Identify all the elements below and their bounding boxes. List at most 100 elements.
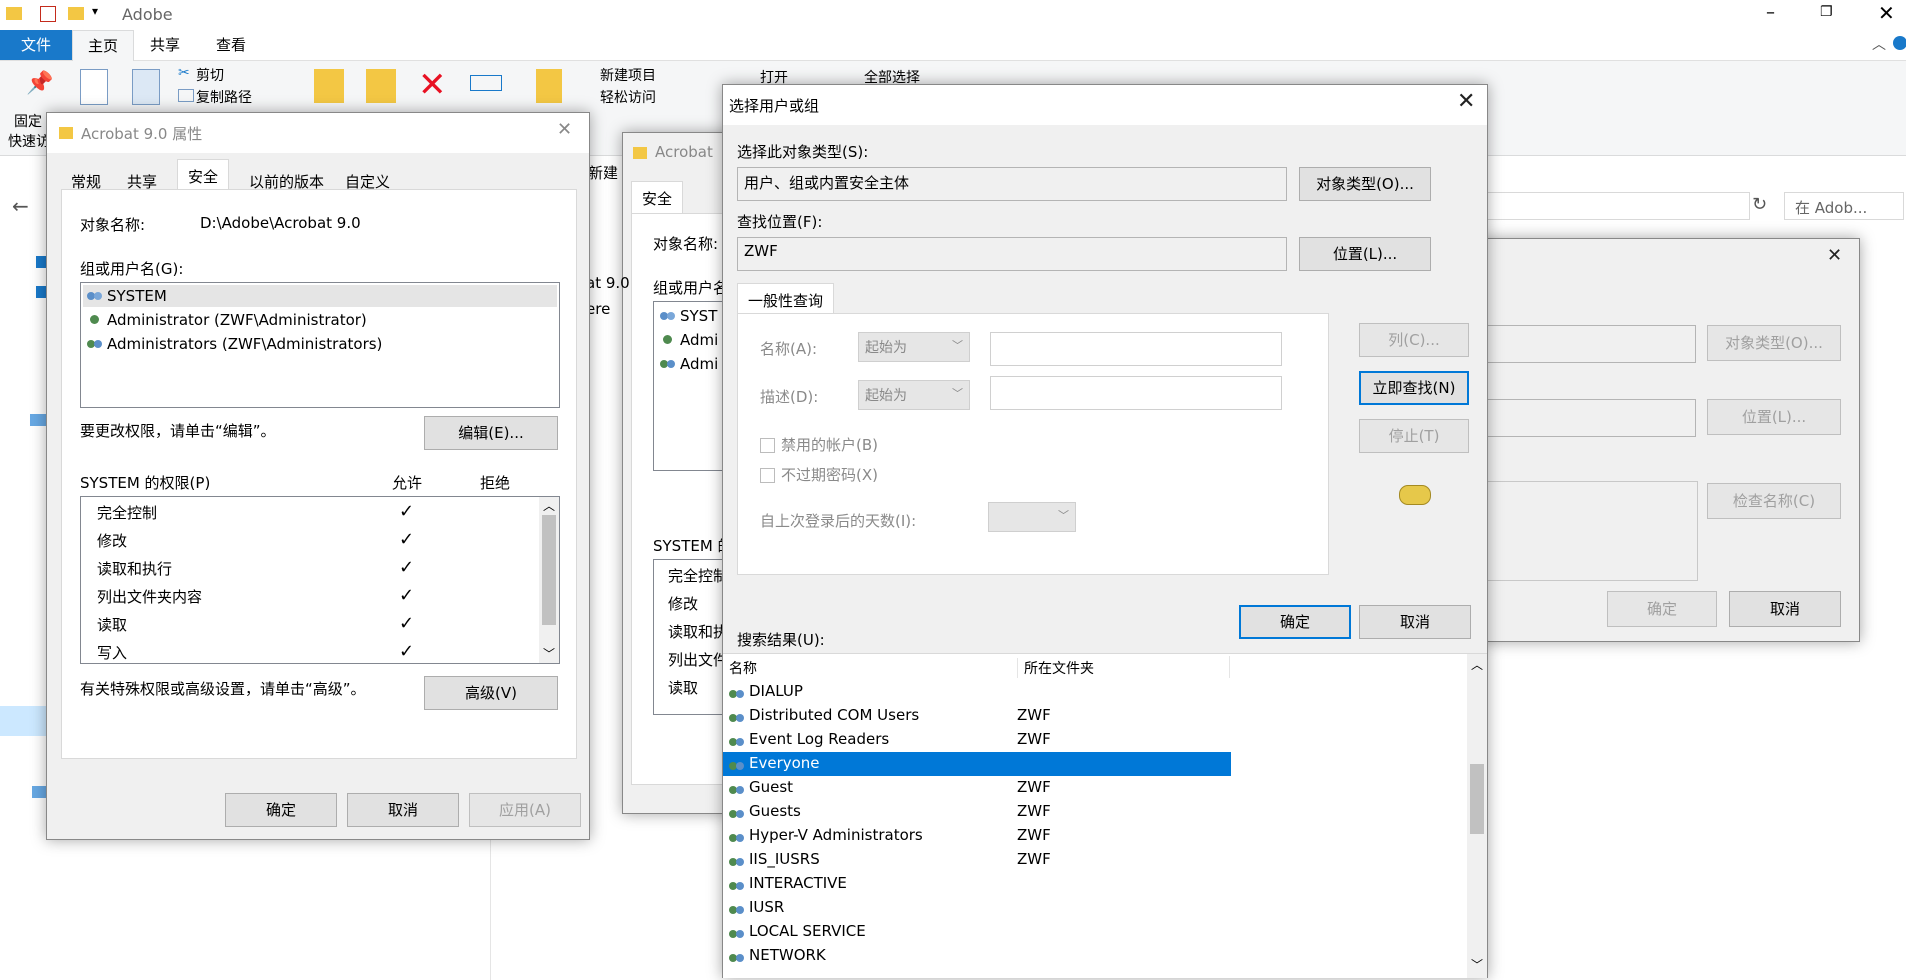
results-list[interactable]: 名称 所在文件夹 DIALUP Distributed COM Users ZWF E… bbox=[723, 653, 1487, 978]
restore-icon[interactable]: ❐ bbox=[1820, 4, 1833, 20]
nav-item-quick-access[interactable] bbox=[36, 256, 46, 268]
tab-view[interactable]: 查看 bbox=[216, 30, 246, 60]
nav-item-onedrive[interactable] bbox=[36, 286, 46, 298]
cancel-button[interactable]: 取消 bbox=[347, 793, 459, 827]
stop-button[interactable]: 停止(T) bbox=[1359, 419, 1469, 453]
paste-icon[interactable] bbox=[132, 69, 160, 105]
group-label: 组或用户名 bbox=[653, 279, 729, 297]
cut-icon[interactable]: ✂ bbox=[178, 65, 190, 81]
column-header-name[interactable]: 名称 bbox=[729, 658, 757, 678]
dropdown-icon[interactable]: ▾ bbox=[92, 4, 98, 18]
columns-button[interactable]: 列(C)... bbox=[1359, 323, 1469, 357]
group-icon bbox=[87, 290, 103, 304]
result-row[interactable]: IUSR bbox=[723, 896, 1231, 920]
checkbox[interactable] bbox=[760, 468, 775, 483]
result-row[interactable]: LOCAL SERVICE bbox=[723, 920, 1231, 944]
ok-button[interactable]: 确定 bbox=[1239, 605, 1351, 639]
help-icon[interactable] bbox=[1893, 36, 1906, 50]
pin-icon[interactable]: 📌 bbox=[26, 71, 53, 96]
new-folder-icon[interactable] bbox=[536, 69, 562, 103]
disabled-accounts-checkbox[interactable]: 禁用的帐户(B) bbox=[760, 434, 878, 455]
advanced-button[interactable]: 高级(V) bbox=[424, 676, 558, 710]
nav-item-this-pc[interactable] bbox=[30, 414, 46, 426]
list-item[interactable]: Admi bbox=[660, 328, 718, 352]
checkbox-icon[interactable] bbox=[40, 6, 56, 22]
days-dropdown[interactable]: ﹀ bbox=[988, 502, 1076, 532]
locations-button[interactable]: 位置(L)... bbox=[1707, 399, 1841, 435]
minimize-icon[interactable]: – bbox=[1766, 2, 1775, 23]
result-row[interactable]: IIS_IUSRS ZWF bbox=[723, 848, 1231, 872]
permissions-list[interactable]: 完全控制 修改 读取和执行 列出文件夹内容 读取 写入 ✓ ✓ ✓ ✓ ✓ ✓ … bbox=[80, 496, 560, 664]
close-icon[interactable]: ✕ bbox=[1457, 89, 1475, 114]
name-starts-with-dropdown[interactable]: 起始为 ﹀ bbox=[858, 332, 970, 362]
scroll-thumb[interactable] bbox=[1470, 764, 1484, 834]
scroll-up-icon[interactable]: ︿ bbox=[1471, 656, 1483, 673]
chevron-up-icon[interactable]: ︿ bbox=[1872, 34, 1886, 54]
cancel-button[interactable]: 取消 bbox=[1729, 591, 1841, 627]
non-expiring-checkbox[interactable]: 不过期密码(X) bbox=[760, 464, 878, 485]
scroll-down-icon[interactable]: ﹀ bbox=[1471, 956, 1483, 973]
locations-button[interactable]: 位置(L)... bbox=[1299, 237, 1431, 271]
nav-item-network[interactable] bbox=[32, 786, 46, 798]
back-arrow-icon[interactable]: ← bbox=[12, 194, 29, 218]
column-header-folder[interactable]: 所在文件夹 bbox=[1017, 658, 1094, 678]
permission-row: 修改 bbox=[668, 595, 699, 613]
new-item-label[interactable]: 新建项目 bbox=[600, 65, 656, 85]
scrollbar[interactable]: ︿ ﹀ bbox=[539, 497, 559, 663]
easy-access-label[interactable]: 轻松访问 bbox=[600, 87, 656, 107]
tab-file[interactable]: 文件 bbox=[0, 30, 72, 60]
scroll-up-icon[interactable]: ︿ bbox=[543, 497, 555, 514]
copy-path-label[interactable]: 复制路径 bbox=[196, 87, 252, 107]
copy-to-icon[interactable] bbox=[366, 69, 396, 103]
name-input[interactable] bbox=[990, 332, 1282, 366]
edit-button[interactable]: 编辑(E)... bbox=[424, 416, 558, 450]
result-row[interactable]: Distributed COM Users ZWF bbox=[723, 704, 1231, 728]
delete-icon[interactable]: ✕ bbox=[418, 65, 447, 105]
list-item[interactable]: SYST bbox=[660, 304, 717, 328]
close-icon[interactable]: ✕ bbox=[557, 119, 572, 140]
refresh-icon[interactable]: ↻ bbox=[1752, 194, 1767, 215]
result-row[interactable]: Event Log Readers ZWF bbox=[723, 728, 1231, 752]
tab-security[interactable]: 安全 bbox=[631, 181, 684, 215]
move-to-icon[interactable] bbox=[314, 69, 344, 103]
result-row[interactable]: Guest ZWF bbox=[723, 776, 1231, 800]
description-starts-with-dropdown[interactable]: 起始为 ﹀ bbox=[858, 380, 970, 410]
object-types-button[interactable]: 对象类型(O)... bbox=[1707, 325, 1841, 361]
check-names-button[interactable]: 检查名称(C) bbox=[1707, 483, 1841, 519]
cancel-button[interactable]: 取消 bbox=[1359, 605, 1471, 639]
ok-button[interactable]: 确定 bbox=[225, 793, 337, 827]
close-icon[interactable]: ✕ bbox=[1878, 1, 1895, 25]
list-item[interactable]: Administrator (ZWF\Administrator) bbox=[87, 308, 367, 332]
ok-button[interactable]: 确定 bbox=[1607, 591, 1717, 627]
rename-icon[interactable] bbox=[470, 75, 502, 91]
result-row[interactable]: NETWORK bbox=[723, 944, 1231, 968]
list-item[interactable]: Administrators (ZWF\Administrators) bbox=[87, 332, 382, 356]
tab-general-query[interactable]: 一般性查询 bbox=[737, 283, 835, 317]
list-item[interactable]: SYSTEM bbox=[87, 284, 167, 308]
nav-item-selected[interactable] bbox=[0, 706, 50, 736]
folder-icon[interactable] bbox=[68, 7, 84, 20]
copy-icon[interactable] bbox=[80, 69, 108, 105]
list-item[interactable]: Admi bbox=[660, 352, 718, 376]
checkbox[interactable] bbox=[760, 438, 775, 453]
result-row[interactable]: Hyper-V Administrators ZWF bbox=[723, 824, 1231, 848]
description-input[interactable] bbox=[990, 376, 1282, 410]
result-row[interactable]: Guests ZWF bbox=[723, 800, 1231, 824]
scrollbar[interactable]: ︿ ﹀ bbox=[1467, 654, 1487, 978]
result-row[interactable]: Everyone bbox=[723, 752, 1231, 776]
copy-path-icon[interactable] bbox=[178, 89, 194, 102]
apply-button[interactable]: 应用(A) bbox=[469, 793, 581, 827]
scroll-down-icon[interactable]: ﹀ bbox=[543, 645, 555, 662]
cut-label[interactable]: 剪切 bbox=[196, 65, 224, 85]
search-box[interactable]: 在 Adob... bbox=[1784, 192, 1904, 220]
close-icon[interactable]: ✕ bbox=[1827, 245, 1842, 266]
tab-home[interactable]: 主页 bbox=[72, 30, 134, 61]
result-row[interactable]: DIALUP bbox=[723, 680, 1231, 704]
permissions-label: SYSTEM 的 bbox=[653, 537, 733, 555]
scroll-thumb[interactable] bbox=[542, 515, 556, 625]
result-row[interactable]: INTERACTIVE bbox=[723, 872, 1231, 896]
tab-share[interactable]: 共享 bbox=[150, 30, 180, 60]
object-types-button[interactable]: 对象类型(O)... bbox=[1299, 167, 1431, 201]
find-now-button[interactable]: 立即查找(N) bbox=[1359, 371, 1469, 405]
users-list[interactable]: SYSTEM Administrator (ZWF\Administrator)… bbox=[80, 282, 560, 408]
